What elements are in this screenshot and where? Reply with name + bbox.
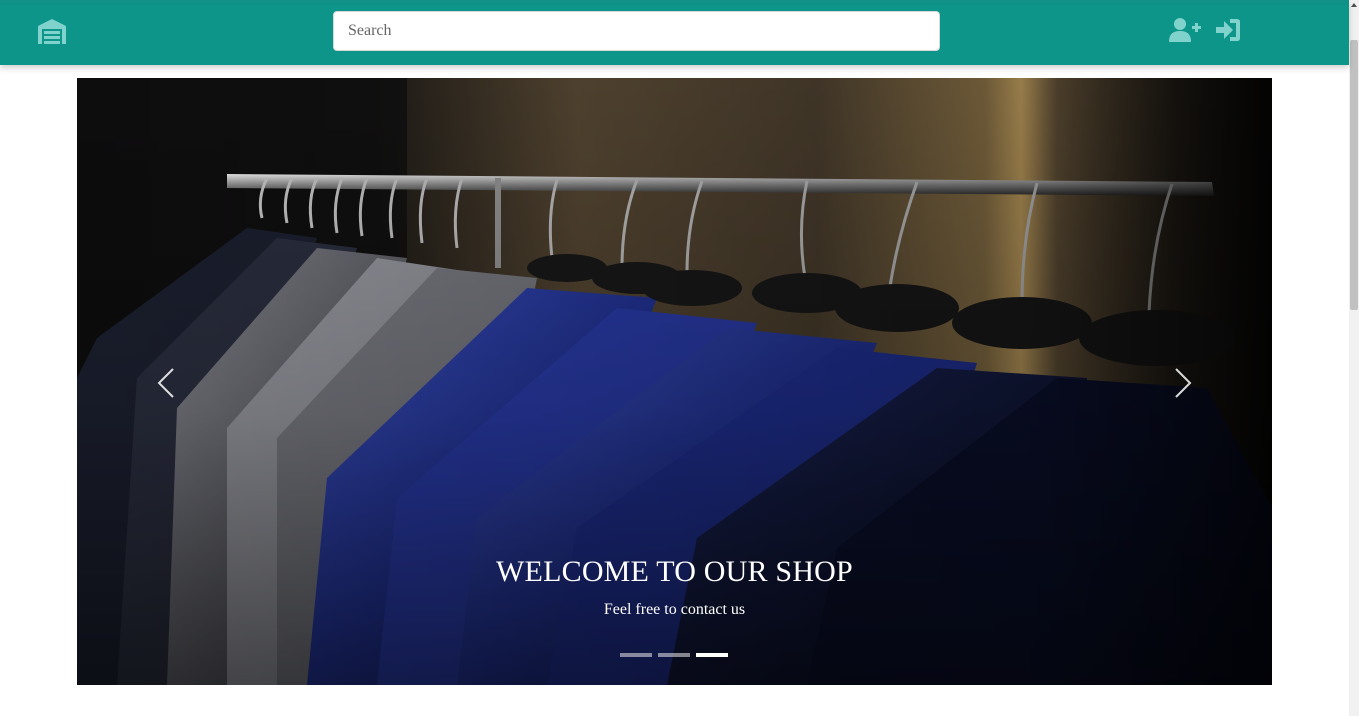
navbar (0, 0, 1349, 65)
user-plus-icon[interactable] (1169, 17, 1201, 43)
carousel-caption-title: WELCOME TO OUR SHOP (496, 555, 853, 588)
carousel-indicator-1[interactable] (620, 653, 652, 657)
chevron-right-icon[interactable] (1162, 363, 1202, 403)
page-scrollbar[interactable] (1349, 0, 1359, 716)
carousel-indicators (620, 653, 728, 659)
sign-in-icon[interactable] (1215, 17, 1241, 43)
navbar-top-strip (0, 0, 1349, 5)
chevron-left-icon[interactable] (147, 363, 187, 403)
scrollbar-thumb[interactable] (1350, 40, 1358, 310)
slide-image (77, 78, 1272, 685)
search-input[interactable] (333, 11, 940, 51)
scroll-up-arrow-icon[interactable] (1351, 3, 1357, 7)
carousel-caption-text: Feel free to contact us (603, 601, 746, 618)
garage-icon[interactable] (36, 17, 68, 45)
carousel-indicator-3[interactable] (696, 653, 728, 657)
hero-carousel: WELCOME TO OUR SHOP Feel free to contact… (77, 78, 1272, 685)
carousel-indicator-2[interactable] (658, 653, 690, 657)
